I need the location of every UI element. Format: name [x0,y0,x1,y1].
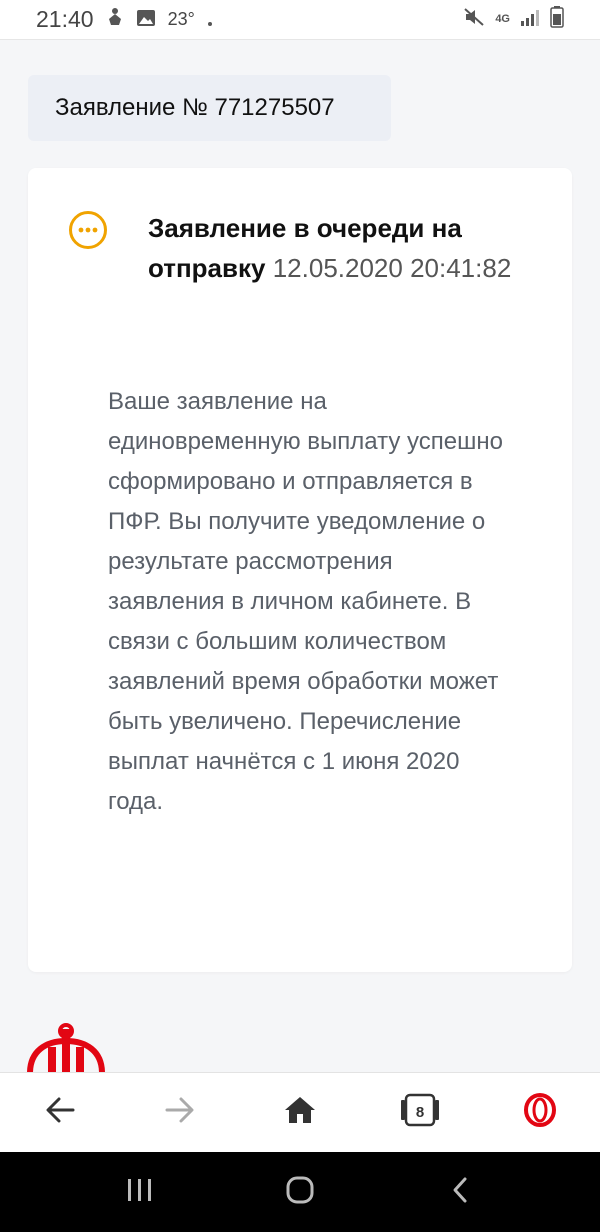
chevron-left-icon [450,1176,470,1209]
recent-apps-button[interactable] [105,1157,175,1227]
tabs-button[interactable]: 8 [390,1083,450,1143]
arrow-left-icon [45,1097,75,1128]
card-timestamp: 12.05.2020 20:41:82 [272,253,512,283]
dot-icon [207,7,213,33]
home-button[interactable] [270,1083,330,1143]
page-content: Заявление № 771275507 Заявление в очеред… [0,41,600,1072]
clock-dots-icon [68,210,108,250]
status-time: 21:40 [36,6,94,32]
system-nav-bar [0,1152,600,1232]
opera-icon [523,1093,557,1132]
home-nav-button[interactable] [265,1157,335,1227]
home-circle-icon [285,1175,315,1210]
home-icon [284,1096,316,1129]
forward-button[interactable] [150,1083,210,1143]
battery-icon [550,5,564,34]
network-label: 4G [495,13,510,25]
mute-icon [463,7,485,33]
application-number-chip: Заявление № 771275507 [28,75,391,141]
status-bar: 21:40 23° 4G [0,0,600,40]
pfr-logo-icon [26,1023,106,1072]
ship-icon [106,7,124,33]
tabs-count: 8 [415,1104,425,1121]
back-nav-button[interactable] [425,1157,495,1227]
image-icon [136,7,156,33]
status-right: 4G [463,5,564,34]
arrow-right-icon [165,1097,195,1128]
back-button[interactable] [30,1083,90,1143]
status-card: Заявление в очереди на отправку 12.05.20… [28,168,572,972]
signal-icon [520,7,540,33]
recent-apps-icon [126,1177,154,1208]
card-description: Ваше заявление на единовременную выплату… [108,388,503,815]
status-temperature: 23° [167,9,195,29]
opera-menu-button[interactable] [510,1083,570,1143]
browser-toolbar: 8 [0,1072,600,1152]
status-left: 21:40 23° [36,6,213,33]
card-title: Заявление в очереди на отправку 12.05.20… [148,208,528,288]
